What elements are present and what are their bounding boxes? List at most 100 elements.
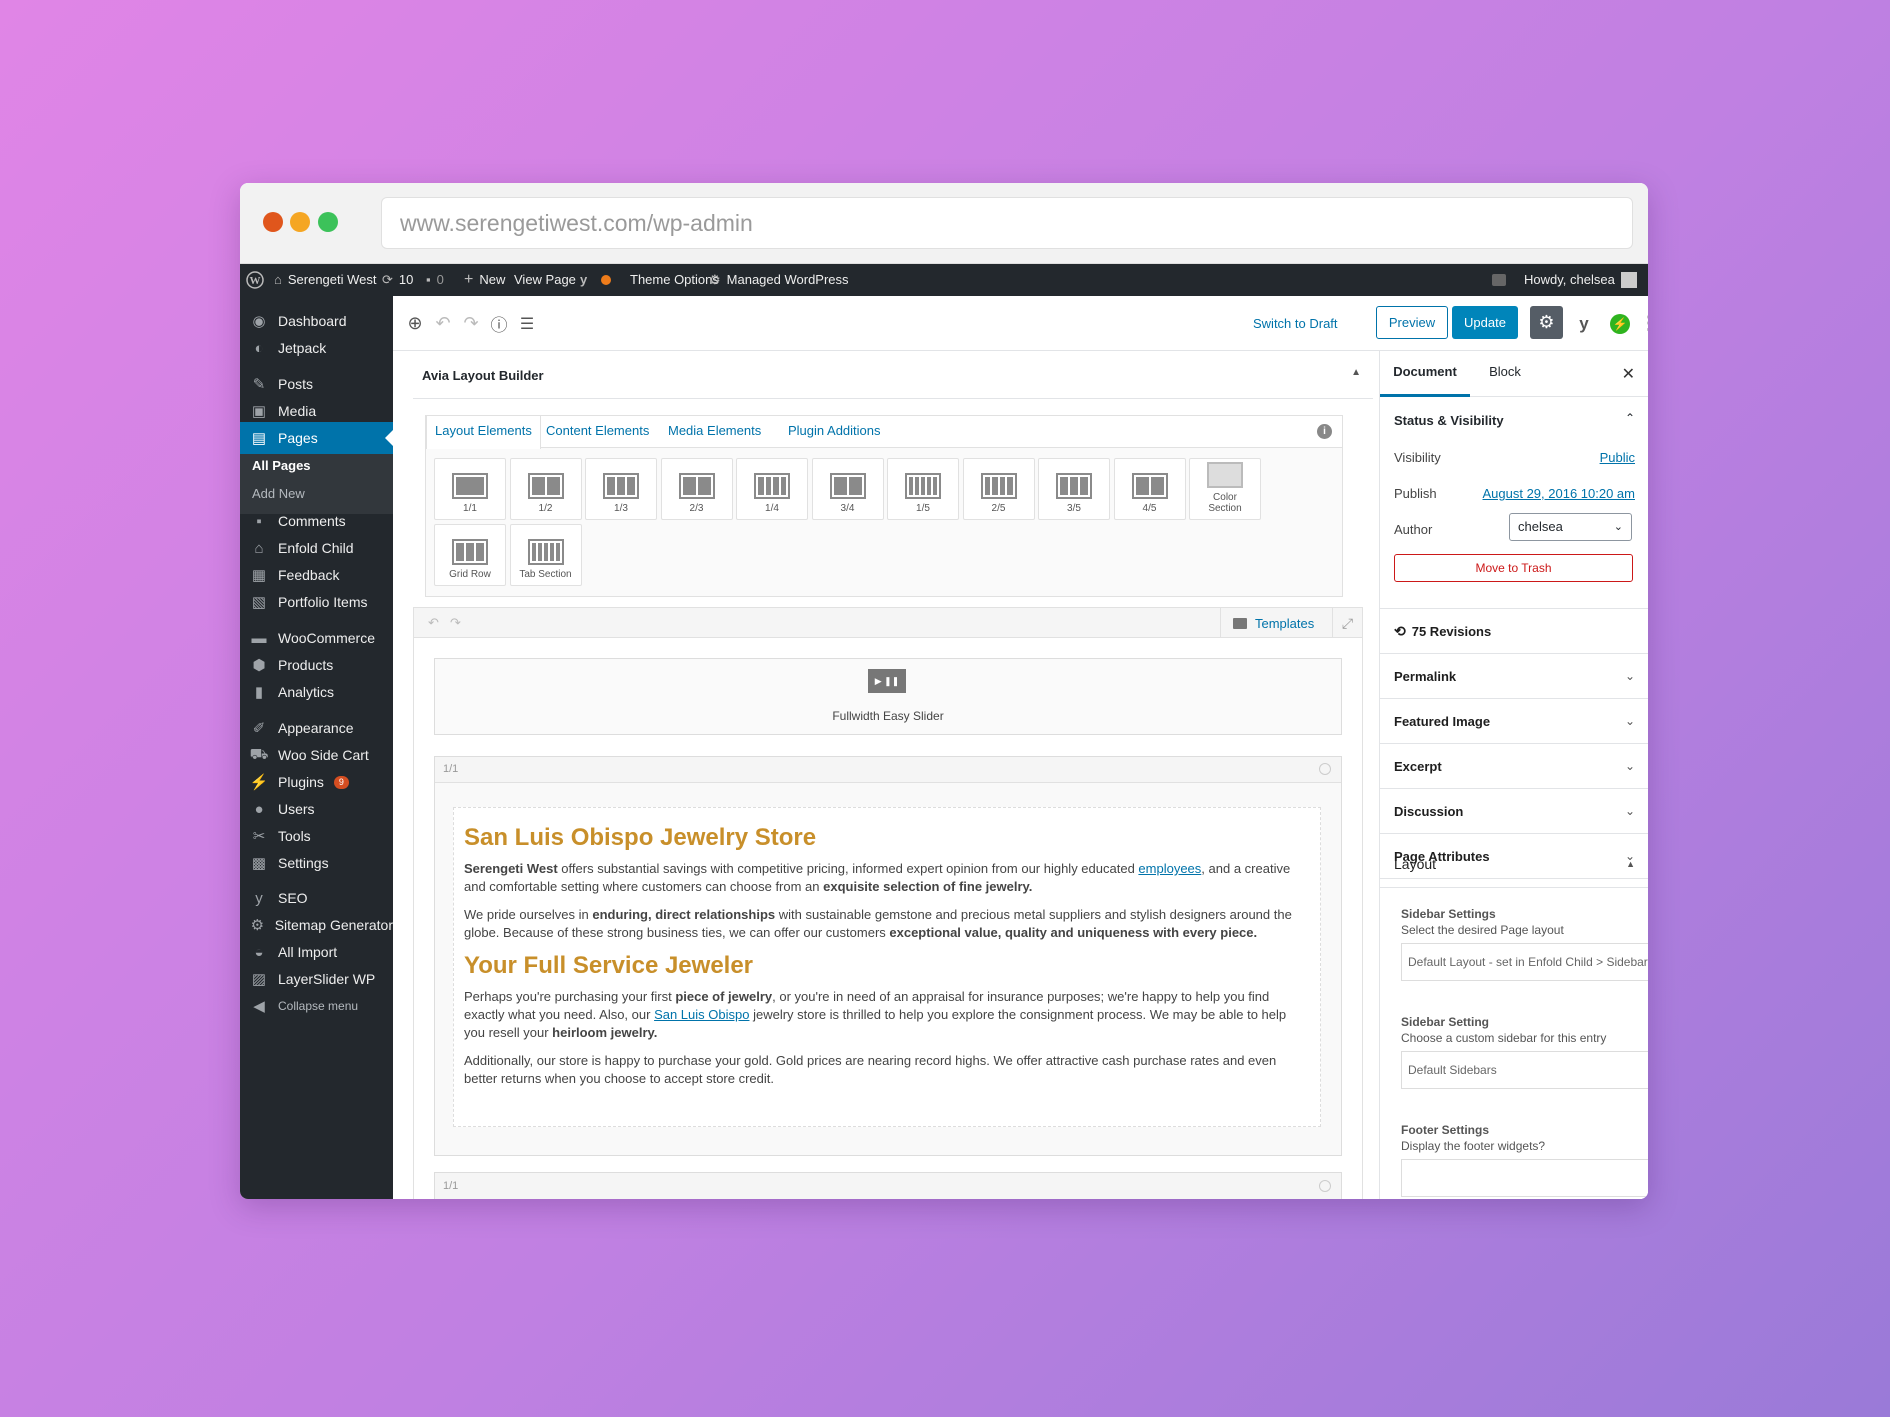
author-select[interactable]: chelsea ⌄ [1509, 513, 1632, 541]
wordpress-logo-icon[interactable]: W [246, 264, 264, 296]
p2-bold-d: exceptional value, quality and uniquenes… [889, 925, 1258, 940]
text-block[interactable]: San Luis Obispo Jewelry Store Serengeti … [453, 807, 1321, 1127]
layout-element-1-3[interactable]: 1/3 [585, 458, 657, 520]
layout-element-grid-row[interactable]: Grid Row [434, 524, 506, 586]
tab-content-elements[interactable]: Content Elements [538, 416, 657, 446]
account-menu[interactable]: Howdy, chelsea [1524, 264, 1637, 296]
notifications-icon[interactable] [1492, 264, 1506, 296]
sidebar-item-settings[interactable]: ▩ Settings [240, 847, 393, 879]
revisions-row[interactable]: ⟲ 75 Revisions [1380, 609, 1648, 654]
layout-element-3-4[interactable]: 3/4 [811, 458, 884, 520]
sidebar-item-jetpack[interactable]: ◐ Jetpack [240, 332, 393, 364]
canvas-redo-icon[interactable]: ↷ [450, 615, 461, 631]
url-bar[interactable]: www.serengetiwest.com/wp-admin [381, 197, 1633, 249]
panel-section-featured-image[interactable]: Featured Image ⌄ [1380, 699, 1648, 744]
yoast-icon: y [580, 272, 588, 287]
panel-section-excerpt[interactable]: Excerpt ⌄ [1380, 744, 1648, 789]
comments-link[interactable]: ▪ 0 [426, 264, 444, 296]
tab-block[interactable]: Block [1470, 351, 1540, 397]
move-to-trash-button[interactable]: Move to Trash [1394, 554, 1633, 582]
column-block-2[interactable]: 1/1 [434, 1172, 1342, 1199]
layout-element-1-4[interactable]: 1/4 [736, 458, 808, 520]
canvas-undo-icon[interactable]: ↶ [428, 615, 439, 631]
layout-element-2-5[interactable]: 2/5 [962, 458, 1035, 520]
tab-document[interactable]: Document [1380, 351, 1470, 397]
visibility-value[interactable]: Public [1600, 450, 1635, 465]
close-icon[interactable]: ✕ [1622, 364, 1635, 384]
fullwidth-slider-block[interactable]: ▶ ❚❚ Fullwidth Easy Slider [434, 658, 1342, 735]
layout-settings: Sidebar Settings Select the desired Page… [1394, 901, 1648, 1199]
preview-button[interactable]: Preview [1376, 306, 1448, 339]
settings-gear-icon[interactable]: ⚙ [1530, 306, 1563, 339]
layout-element-3-5[interactable]: 3/5 [1038, 458, 1110, 520]
paragraph-2: We pride ourselves in enduring, direct r… [464, 906, 1310, 942]
column-option-icon[interactable] [1319, 763, 1331, 775]
status-title[interactable]: Status & Visibility [1394, 413, 1504, 428]
panel-section-permalink[interactable]: Permalink ⌄ [1380, 654, 1648, 699]
footer-select[interactable] [1401, 1159, 1648, 1197]
employees-link[interactable]: employees [1138, 861, 1201, 876]
sidebar-item-collapse-menu[interactable]: ◀ Collapse menu [240, 990, 393, 1022]
view-page-link[interactable]: View Page [514, 264, 576, 296]
tab-plugin-additions[interactable]: Plugin Additions [780, 416, 889, 446]
column-size-label[interactable]: 1/1 [443, 763, 458, 775]
yoast-icon[interactable]: y [1569, 296, 1599, 351]
layout-element-2-3[interactable]: 2/3 [660, 458, 733, 520]
sidebar-setting-title: Sidebar Setting [1401, 1015, 1490, 1029]
fullscreen-icon[interactable]: ⤢ [1332, 608, 1362, 638]
maximize-window-button[interactable] [318, 212, 338, 232]
column-layout-icon [905, 473, 941, 499]
layout-element-1-5[interactable]: 1/5 [887, 458, 959, 520]
layout-element-tab-section[interactable]: Tab Section [509, 524, 582, 586]
site-name-link[interactable]: ⌂ Serengeti West [274, 264, 377, 296]
panel-section-discussion[interactable]: Discussion ⌄ [1380, 789, 1648, 834]
submenu-add-new[interactable]: Add New [252, 486, 305, 501]
templates-button[interactable]: Templates [1220, 608, 1326, 638]
jetpack-icon: ◐ [254, 339, 264, 357]
page-layout-select[interactable]: Default Layout - set in Enfold Child > S… [1401, 943, 1648, 981]
close-window-button[interactable] [263, 212, 283, 232]
publish-date[interactable]: August 29, 2016 10:20 am [1482, 486, 1635, 501]
column-layout-icon [527, 539, 564, 565]
sidebar-select[interactable]: Default Sidebars [1401, 1051, 1648, 1089]
column-option-icon[interactable] [1319, 1180, 1331, 1192]
layout-element-color-section[interactable]: Color Section [1189, 458, 1261, 520]
minimize-window-button[interactable] [290, 212, 310, 232]
new-content-link[interactable]: + New [464, 264, 505, 296]
column-size-label: 1/1 [443, 1180, 459, 1192]
chevron-up-icon[interactable]: ⌃ [1625, 411, 1635, 425]
redo-icon[interactable]: ↷ [459, 296, 483, 351]
managed-wordpress-link[interactable]: ⚙ Managed WordPress [709, 264, 849, 296]
sidebar-item-pages[interactable]: ▤ Pages [240, 422, 393, 454]
jetpack-bolt-icon[interactable]: ⚡ [1605, 296, 1635, 351]
sidebar-item-portfolio-items[interactable]: ▧ Portfolio Items [240, 586, 393, 618]
tab-media-elements[interactable]: Media Elements [660, 416, 769, 446]
yoast-link[interactable]: y [580, 264, 612, 296]
layout-element-1-1[interactable]: 1/1 [434, 458, 506, 520]
settings-icon: ▩ [251, 855, 267, 872]
more-options-icon[interactable]: ⋮ [1639, 296, 1648, 351]
theme-options-link[interactable]: Theme Options [630, 264, 719, 296]
submenu-all-pages[interactable]: All Pages [252, 458, 311, 473]
outline-icon[interactable]: ☰ [515, 296, 539, 351]
undo-icon[interactable]: ↶ [431, 296, 455, 351]
switch-to-draft-button[interactable]: Switch to Draft [1253, 296, 1338, 351]
updates-link[interactable]: ⟳ 10 [382, 264, 413, 296]
paragraph-3: Perhaps you're purchasing your first pie… [464, 988, 1310, 1042]
p2-text-a: We pride ourselves in [464, 907, 593, 922]
collapse-arrow-icon[interactable]: ▲ [1351, 367, 1361, 378]
info-icon[interactable]: ⓘ [487, 296, 511, 351]
layout-section-header[interactable]: Layout ▲ [1380, 841, 1648, 888]
sidebar-item-analytics[interactable]: ▮ Analytics [240, 676, 393, 708]
layout-element-1-2[interactable]: 1/2 [509, 458, 582, 520]
update-button[interactable]: Update [1452, 306, 1518, 339]
info-icon[interactable]: i [1317, 424, 1332, 439]
layout-element-4-5[interactable]: 4/5 [1113, 458, 1186, 520]
tab-layout-elements[interactable]: Layout Elements [426, 416, 541, 449]
san-luis-obispo-link[interactable]: San Luis Obispo [654, 1007, 749, 1022]
layout-builder-header[interactable]: Avia Layout Builder ▲ [413, 351, 1373, 399]
column-block[interactable]: 1/1 San Luis Obispo Jewelry Store Sereng… [434, 756, 1342, 1156]
add-block-icon[interactable]: ⊕ [403, 296, 427, 351]
home-icon: ⌂ [274, 272, 282, 287]
sidebar-settings-title: Sidebar Settings [1401, 907, 1496, 921]
